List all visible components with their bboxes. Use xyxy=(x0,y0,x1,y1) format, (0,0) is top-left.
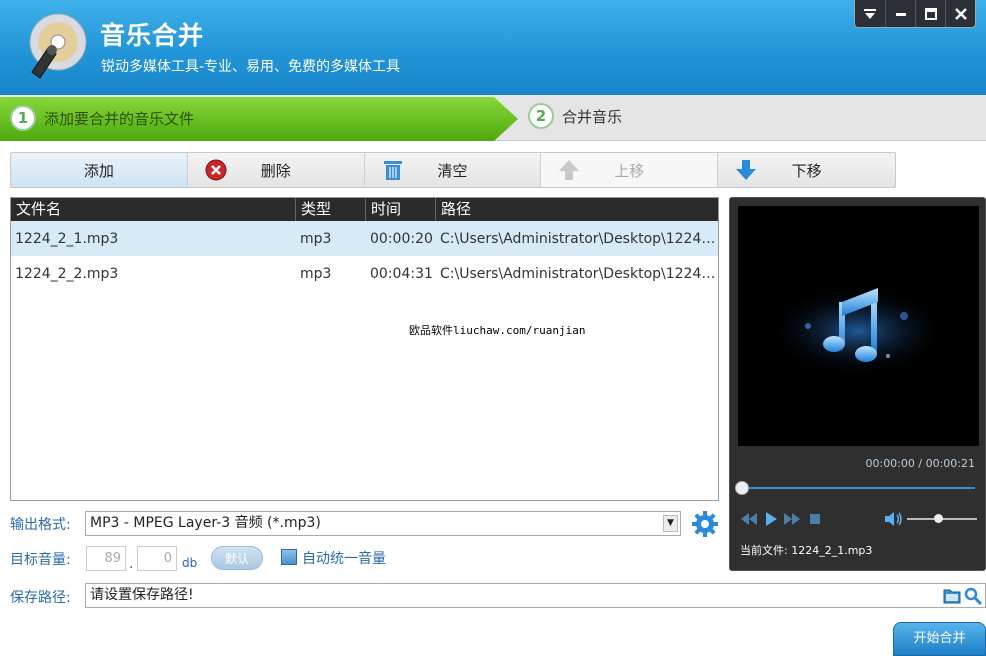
watermark-text: 欧品软件liuchaw.com/ruanjian xyxy=(409,324,586,337)
next-icon[interactable] xyxy=(783,511,801,527)
table-row[interactable]: 1224_2_2.mp3 mp3 00:04:31 C:\Users\Admin… xyxy=(11,256,718,291)
player-screen xyxy=(738,206,979,446)
seek-track[interactable] xyxy=(740,487,975,489)
clear-button[interactable]: 清空 xyxy=(365,153,542,187)
file-table: 文件名 类型 时间 路径 1224_2_1.mp3 mp3 00:00:20 C… xyxy=(10,197,719,501)
add-button-label: 添加 xyxy=(83,161,114,180)
column-header-filename[interactable]: 文件名 xyxy=(11,198,296,221)
output-format-label: 输出格式: xyxy=(10,517,71,533)
seek-slider-handle[interactable] xyxy=(735,481,749,495)
app-subtitle: 锐动多媒体工具-专业、易用、免费的多媒体工具 xyxy=(101,59,401,75)
app-window: 音乐合并 锐动多媒体工具-专业、易用、免费的多媒体工具 1 添加要合并的音乐文件 xyxy=(0,0,986,656)
maximize-icon[interactable] xyxy=(915,0,945,27)
close-icon[interactable] xyxy=(945,0,975,27)
table-header: 文件名 类型 时间 路径 xyxy=(11,198,718,221)
header: 音乐合并 锐动多媒体工具-专业、易用、免费的多媒体工具 xyxy=(0,0,986,95)
arrow-down-icon xyxy=(736,160,757,180)
arrow-up-icon xyxy=(559,160,580,180)
folder-icon[interactable] xyxy=(943,587,961,604)
volume-unit: db xyxy=(182,556,198,570)
volume-decimal-separator: . xyxy=(129,556,134,572)
preview-player: 00:00:00 / 00:00:21 当前文件: 1224_2_1.mp3 xyxy=(729,197,986,571)
toolbar: 添加 删除 清空 上移 下移 xyxy=(10,152,896,188)
step-2-number: 2 xyxy=(528,103,554,129)
cell-time: 00:00:20 xyxy=(370,230,433,247)
cell-filename: 1224_2_1.mp3 xyxy=(15,230,119,247)
volume-integer-input[interactable]: 89 xyxy=(86,546,126,571)
move-down-button-label: 下移 xyxy=(791,161,822,180)
music-note-icon xyxy=(768,286,948,376)
delete-icon xyxy=(205,159,227,181)
column-header-time[interactable]: 时间 xyxy=(366,198,436,221)
save-path-input[interactable]: 请设置保存路径! xyxy=(85,583,986,608)
play-icon[interactable] xyxy=(762,511,780,527)
cell-filename: 1224_2_2.mp3 xyxy=(15,265,119,282)
delete-button-label: 删除 xyxy=(260,161,291,180)
default-button[interactable]: 默认 xyxy=(211,546,263,570)
target-volume-label: 目标音量: xyxy=(10,552,71,568)
gear-icon[interactable] xyxy=(691,510,719,538)
cell-type: mp3 xyxy=(300,230,332,247)
step-1: 1 添加要合并的音乐文件 xyxy=(10,105,194,131)
current-file-label: 当前文件: 1224_2_1.mp3 xyxy=(740,544,873,557)
chevron-down-icon[interactable]: ▼ xyxy=(663,515,678,532)
trash-icon xyxy=(383,161,402,180)
window-controls xyxy=(854,0,976,28)
stop-icon[interactable] xyxy=(806,511,824,527)
clear-button-label: 清空 xyxy=(437,161,468,180)
step-2: 2 合并音乐 xyxy=(528,103,622,129)
time-readout: 00:00:00 / 00:00:21 xyxy=(865,457,975,470)
step-1-number: 1 xyxy=(10,105,36,131)
minimize-icon[interactable] xyxy=(885,0,915,27)
previous-icon[interactable] xyxy=(740,511,758,527)
cell-path: C:\Users\Administrator\Desktop\1224_2_1.… xyxy=(440,230,718,247)
step-1-label: 添加要合并的音乐文件 xyxy=(44,109,195,128)
volume-decimal-input[interactable]: 0 xyxy=(137,546,177,571)
cell-time: 00:04:31 xyxy=(370,265,433,282)
move-down-button[interactable]: 下移 xyxy=(718,153,895,187)
table-row[interactable]: 1224_2_1.mp3 mp3 00:00:20 C:\Users\Admin… xyxy=(11,221,718,256)
step-bar: 1 添加要合并的音乐文件 2 合并音乐 xyxy=(0,95,986,141)
menu-icon[interactable] xyxy=(855,0,885,27)
music-disc-logo-icon xyxy=(29,13,87,79)
cell-type: mp3 xyxy=(300,265,332,282)
cell-path: C:\Users\Administrator\Desktop\1224_2_2.… xyxy=(440,265,718,282)
move-up-button-label: 上移 xyxy=(614,161,645,180)
auto-volume-checkbox[interactable] xyxy=(281,549,297,565)
search-icon[interactable] xyxy=(964,587,982,605)
app-title: 音乐合并 xyxy=(100,21,205,50)
step-2-label: 合并音乐 xyxy=(562,107,623,126)
output-format-select[interactable]: MP3 - MPEG Layer-3 音频 (*.mp3) ▼ xyxy=(85,511,681,536)
volume-icon[interactable] xyxy=(885,511,903,527)
save-path-label: 保存路径: xyxy=(10,590,71,606)
save-path-value: 请设置保存路径! xyxy=(90,587,194,603)
move-up-button[interactable]: 上移 xyxy=(541,153,719,187)
start-merge-button[interactable]: 开始合并 xyxy=(893,622,986,656)
add-button[interactable]: 添加 xyxy=(11,153,188,187)
volume-slider-handle[interactable] xyxy=(934,514,943,523)
column-header-path[interactable]: 路径 xyxy=(436,198,718,221)
delete-button[interactable]: 删除 xyxy=(188,153,365,187)
auto-volume-label: 自动统一音量 xyxy=(302,551,386,567)
output-format-value: MP3 - MPEG Layer-3 音频 (*.mp3) xyxy=(90,515,321,531)
column-header-type[interactable]: 类型 xyxy=(296,198,366,221)
